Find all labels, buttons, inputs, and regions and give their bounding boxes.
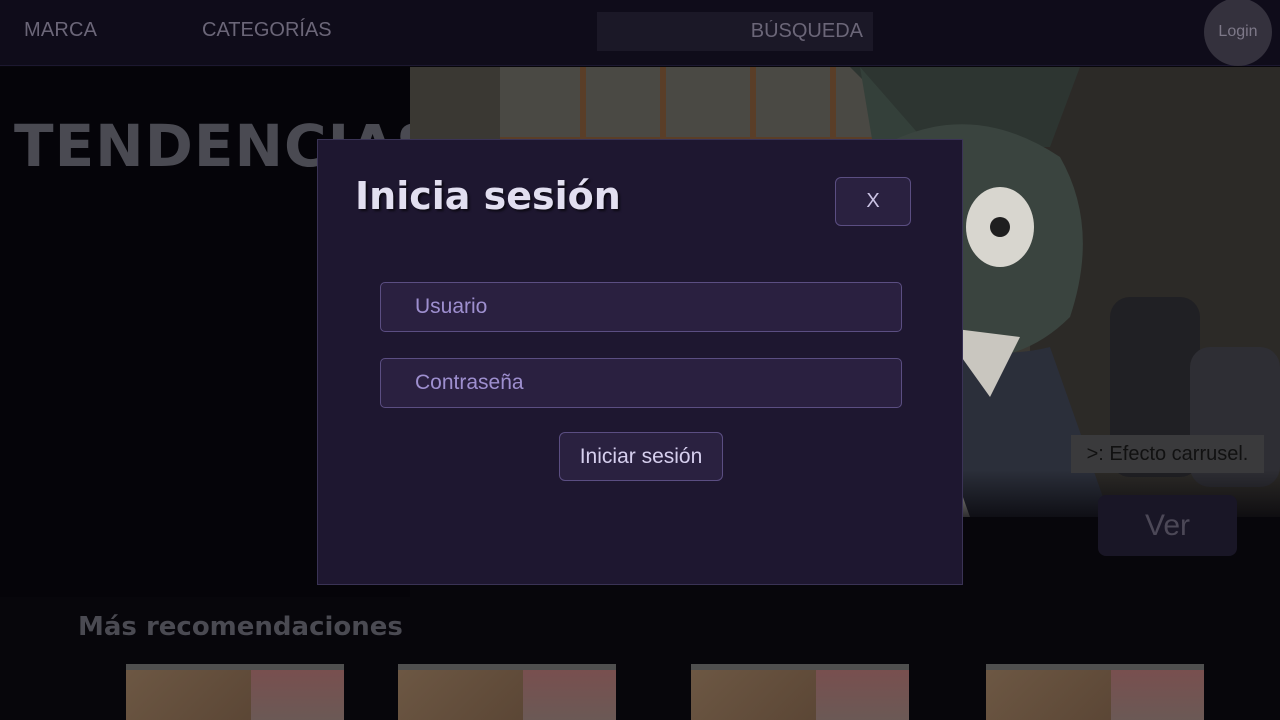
sign-in-button[interactable]: Iniciar sesión [559,432,723,481]
card-top-strip [986,664,1204,670]
username-field[interactable] [380,282,902,332]
card-thumbnail-left [126,664,251,720]
brand-link[interactable]: MARCA [24,19,97,42]
recommendation-card[interactable] [398,664,616,720]
close-button[interactable]: X [835,177,911,226]
categories-link[interactable]: CATEGORÍAS [202,19,332,42]
login-modal: Inicia sesión X Iniciar sesión [317,139,963,585]
carousel-note-label: >: Efecto carrusel. [1071,435,1264,473]
recommendation-card[interactable] [691,664,909,720]
card-thumbnail-right [251,664,344,720]
card-top-strip [691,664,909,670]
card-thumbnail-left [986,664,1111,720]
card-thumbnail-right [816,664,909,720]
card-thumbnail-left [398,664,523,720]
card-top-strip [126,664,344,670]
top-navbar: MARCA CATEGORÍAS Login [0,0,1280,66]
watch-button[interactable]: Ver [1098,495,1237,556]
card-thumbnail-left [691,664,816,720]
modal-title: Inicia sesión [355,174,621,218]
card-top-strip [398,664,616,670]
recommendation-card[interactable] [126,664,344,720]
password-field[interactable] [380,358,902,408]
recommendations-title: Más recomendaciones [78,612,403,642]
card-thumbnail-right [1111,664,1204,720]
search-input[interactable] [597,12,873,51]
card-thumbnail-right [523,664,616,720]
recommendation-card[interactable] [986,664,1204,720]
login-button[interactable]: Login [1204,0,1272,66]
